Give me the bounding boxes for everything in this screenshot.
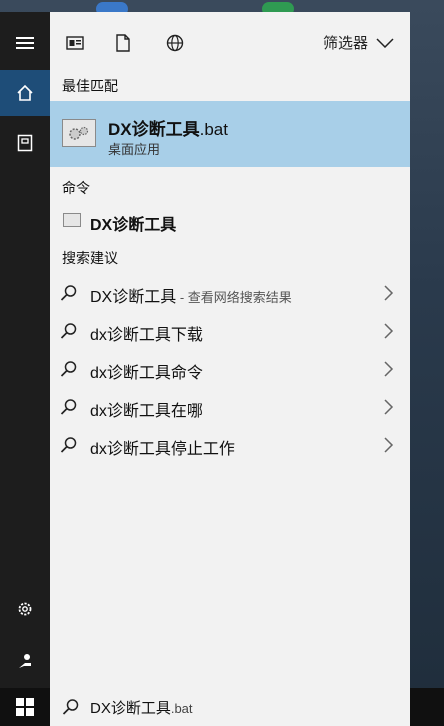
start-left-rail: [0, 12, 50, 688]
apps-filter-button[interactable]: [64, 32, 86, 54]
suggestion-item[interactable]: dx诊断工具在哪: [50, 390, 410, 424]
home-button[interactable]: [0, 70, 50, 116]
chevron-right-icon[interactable]: [384, 323, 394, 339]
search-box[interactable]: DX诊断工具.bat: [50, 688, 410, 726]
suggestions-heading: 搜索建议: [62, 250, 118, 266]
gear-icon: [18, 602, 32, 616]
chevron-right-icon[interactable]: [384, 437, 394, 453]
best-match-type: 桌面应用: [108, 142, 161, 157]
suggestion-text: dx诊断工具在哪: [90, 403, 203, 420]
suggestion-text: DX诊断工具 - 查看网络搜索结果: [90, 283, 292, 307]
suggestion-item[interactable]: dx诊断工具下载: [50, 314, 410, 348]
best-match-heading: 最佳匹配: [62, 78, 118, 94]
command-file-icon: [63, 213, 81, 227]
start-button[interactable]: [0, 688, 50, 726]
search-icon: [62, 699, 79, 715]
results-toolbar: 筛选器: [50, 12, 410, 72]
best-match-result[interactable]: DX诊断工具.bat 桌面应用: [50, 101, 410, 167]
hamburger-menu-button[interactable]: [0, 20, 50, 66]
suggestion-text: dx诊断工具下载: [90, 327, 203, 344]
search-results-panel: 筛选器 最佳匹配 DX诊断工具.bat 桌面应用 命令 DX诊断工具 搜索建议 …: [50, 12, 410, 688]
suggestion-hint: - 查看网络搜索结果: [176, 290, 292, 305]
documents-filter-button[interactable]: [112, 32, 134, 54]
windows-logo-icon: [16, 698, 34, 716]
home-icon: [17, 84, 33, 101]
filter-dropdown[interactable]: 筛选器: [323, 32, 394, 53]
search-icon: [60, 399, 77, 415]
feedback-icon: [19, 654, 31, 668]
suggestion-item[interactable]: dx诊断工具停止工作: [50, 428, 410, 462]
suggestion-item[interactable]: DX诊断工具 - 查看网络搜索结果: [50, 276, 410, 310]
web-filter-button[interactable]: [164, 32, 186, 54]
command-label: DX诊断工具: [90, 217, 177, 234]
suggestion-text: dx诊断工具停止工作: [90, 441, 235, 458]
globe-icon: [166, 34, 184, 52]
suggestion-item[interactable]: dx诊断工具命令: [50, 352, 410, 386]
chevron-right-icon[interactable]: [384, 361, 394, 377]
search-icon: [60, 285, 77, 301]
search-query: DX诊断工具.bat: [90, 697, 193, 718]
search-icon: [60, 361, 77, 377]
search-icon: [60, 323, 77, 339]
bat-file-icon: [62, 119, 96, 147]
search-query-name: DX诊断工具: [90, 700, 171, 717]
notebook-button[interactable]: [0, 120, 50, 166]
suggestion-query: DX诊断工具: [90, 289, 177, 306]
hamburger-icon: [16, 37, 34, 49]
best-match-name: DX诊断工具: [108, 120, 200, 139]
chevron-right-icon[interactable]: [384, 399, 394, 415]
command-result[interactable]: DX诊断工具: [50, 206, 410, 236]
settings-button[interactable]: [0, 586, 50, 632]
document-icon: [116, 34, 130, 52]
commands-heading: 命令: [62, 180, 90, 196]
search-icon: [60, 437, 77, 453]
suggestion-text: dx诊断工具命令: [90, 365, 203, 382]
apps-icon: [66, 36, 84, 50]
notebook-icon: [17, 134, 33, 152]
feedback-button[interactable]: [0, 638, 50, 684]
best-match-extension: .bat: [199, 120, 228, 139]
taskbar: DX诊断工具.bat: [0, 688, 444, 726]
chevron-down-icon: [376, 37, 394, 48]
filter-label: 筛选器: [322, 35, 368, 52]
search-query-extension: .bat: [170, 701, 193, 716]
best-match-title: DX诊断工具.bat: [108, 115, 228, 140]
chevron-right-icon[interactable]: [384, 285, 394, 301]
